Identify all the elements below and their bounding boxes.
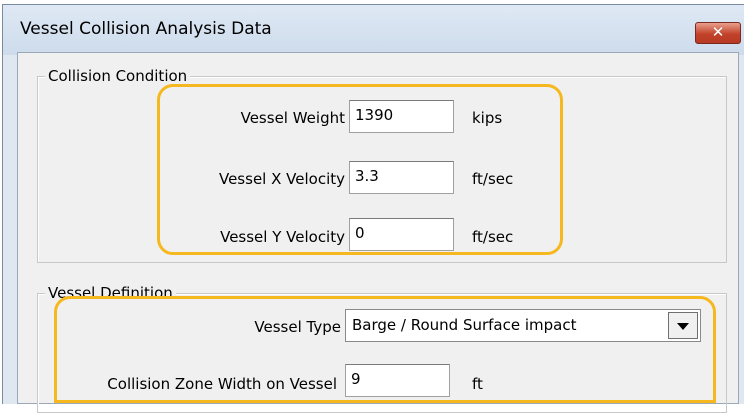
screenshot-frame: Vessel Collision Analysis Data ✕ Collisi… (0, 0, 744, 413)
collision-condition-highlight (157, 84, 563, 255)
close-icon: ✕ (711, 23, 725, 41)
collision-condition-legend: Collision Condition (45, 67, 191, 85)
close-button[interactable]: ✕ (695, 22, 741, 44)
vessel-definition-highlight (54, 296, 716, 403)
window-title: Vessel Collision Analysis Data (20, 19, 272, 39)
title-bar[interactable]: Vessel Collision Analysis Data ✕ (3, 5, 744, 55)
